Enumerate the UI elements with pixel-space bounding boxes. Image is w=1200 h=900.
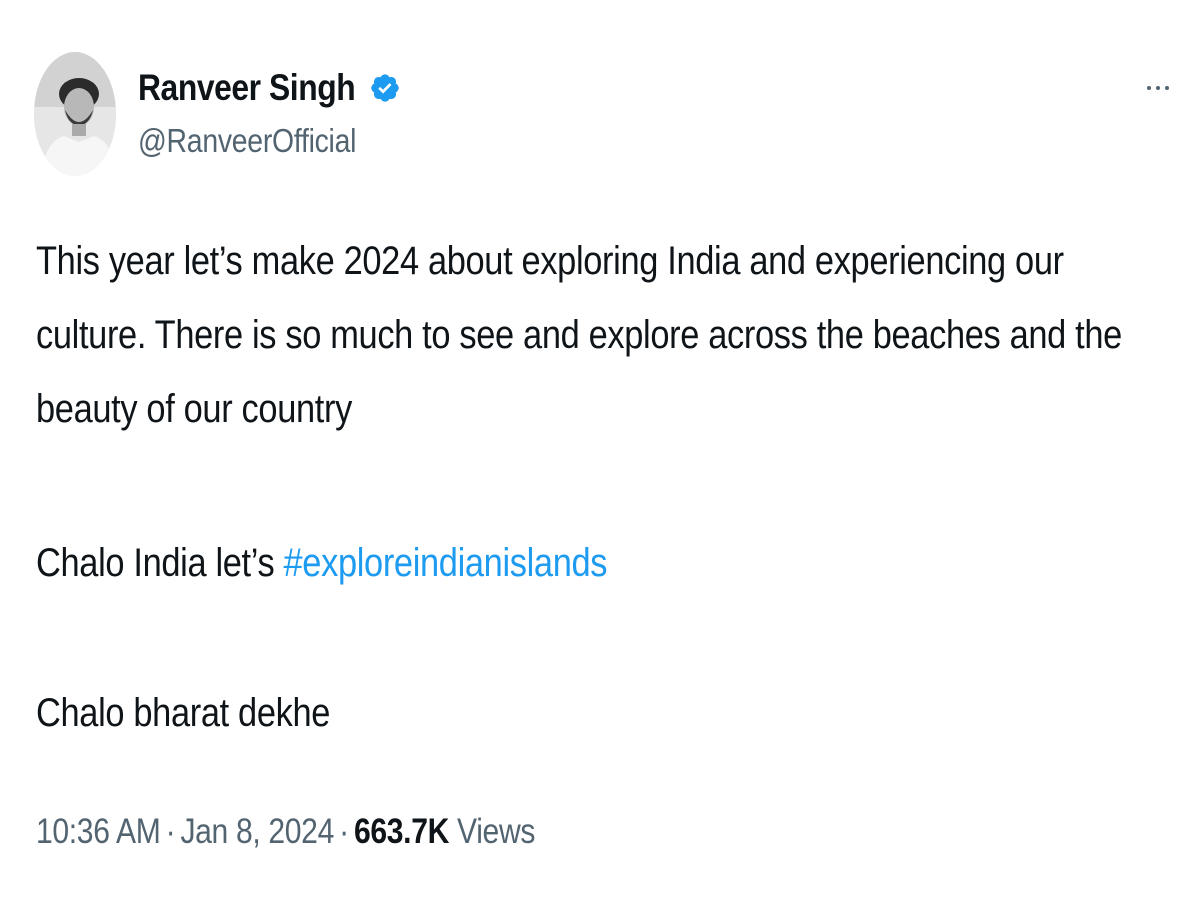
tweet-text-line: beauty of our country <box>36 387 352 431</box>
tweet-date-link[interactable]: Jan 8, 2024 <box>180 812 334 851</box>
author-handle[interactable]: @RanveerOfficial <box>138 122 356 160</box>
tweet-time-link[interactable]: 10:36 AM <box>36 812 161 851</box>
tweet-text-line-hashtag: Chalo India let’s #exploreindianislands <box>36 526 1051 600</box>
avatar[interactable] <box>34 52 116 176</box>
views-label: Views <box>457 812 536 851</box>
tweet-card: Ranveer Singh @RanveerOfficial This year… <box>0 0 1200 900</box>
author-display-name[interactable]: Ranveer Singh <box>138 67 356 109</box>
ellipsis-dot <box>1156 86 1160 90</box>
ellipsis-dot <box>1165 86 1169 90</box>
more-options-button[interactable] <box>1138 70 1178 106</box>
views-count: 663.7K <box>353 812 449 851</box>
meta-separator: · <box>339 812 349 851</box>
author-name-row: Ranveer Singh <box>138 60 401 116</box>
hashtag-link[interactable]: #exploreindianislands <box>284 541 608 585</box>
tweet-text-line: This year let’s make 2024 about explorin… <box>36 239 1064 283</box>
tweet-meta: 10:36 AM · Jan 8, 2024 · 663.7K Views <box>36 808 535 856</box>
tweet-text-line: culture. There is so much to see and exp… <box>36 313 1122 357</box>
profile-photo-icon <box>34 52 116 176</box>
tweet-text-line: Chalo bharat dekhe <box>36 691 331 735</box>
ellipsis-icon <box>1147 86 1151 90</box>
meta-separator: · <box>165 812 176 851</box>
tweet-text-prefix: Chalo India let’s <box>36 541 284 585</box>
verified-badge-icon[interactable] <box>369 72 401 104</box>
